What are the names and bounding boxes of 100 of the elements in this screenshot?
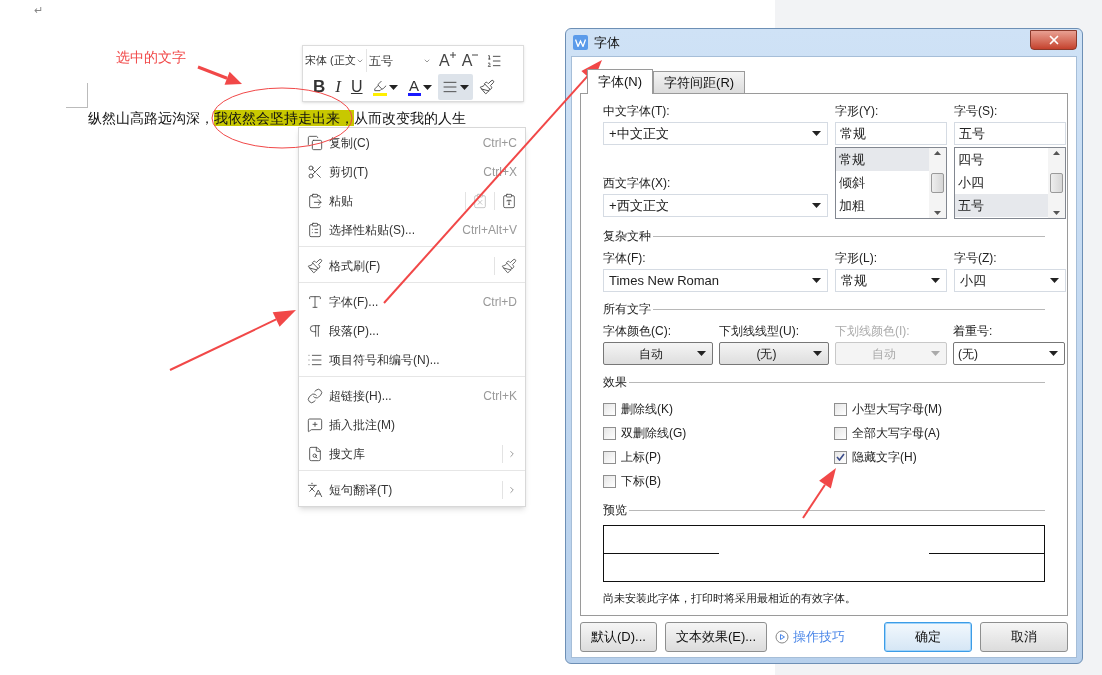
dropdown-field[interactable]: Times New Roman [603, 269, 828, 292]
dropdown-button[interactable]: 自动 [603, 342, 713, 365]
paste-format-icon[interactable] [472, 192, 488, 209]
letter-circle-icon [307, 293, 323, 310]
font-name-select[interactable]: 宋体 (正文 [305, 49, 367, 72]
dialog-tab[interactable]: 字符间距(R) [653, 71, 746, 93]
checkbox[interactable] [603, 402, 616, 416]
menu-item[interactable]: 复制(C) Ctrl+C [299, 128, 525, 157]
toolbar-button[interactable]: B [309, 74, 330, 100]
dropdown-caret-icon [697, 351, 706, 356]
checkbox-label: 上标(P) [621, 449, 661, 466]
paragraph-mark: ↵ [34, 3, 43, 18]
preview-note: 尚未安装此字体，打印时将采用最相近的有效字体。 [603, 591, 857, 606]
document-paragraph: 纵然山高路远沟深，我依然会坚持走出来，从而改变我的人生 [88, 109, 466, 127]
scrollbar[interactable] [929, 148, 946, 218]
chinese-font-select[interactable]: +中文正文 [603, 122, 828, 145]
option-list[interactable]: 常规 倾斜 加粗 [835, 147, 947, 219]
grow-font-button[interactable]: A [439, 51, 456, 70]
dropdown-button[interactable]: (无) [719, 342, 829, 365]
list-option[interactable]: 倾斜 [836, 171, 929, 194]
paintbrush-icon [307, 257, 323, 274]
list-option[interactable]: 小四 [955, 171, 1048, 194]
checkbox[interactable] [603, 426, 616, 440]
scrollbar-thumb[interactable] [931, 173, 944, 193]
option-list[interactable]: 四号 小四 五号 [954, 147, 1066, 219]
field-label: 下划线颜色(I): [835, 323, 911, 340]
menu-item[interactable]: 段落(P)... [299, 316, 525, 345]
toolbar-button[interactable] [437, 74, 473, 100]
scroll-up-icon[interactable] [934, 151, 941, 155]
checkbox[interactable] [834, 426, 847, 440]
window-title: 字体 [594, 33, 620, 52]
line-spacing-icon[interactable] [486, 52, 503, 69]
scrollbar-thumb[interactable] [1050, 173, 1063, 193]
dropdown-caret-icon [812, 278, 821, 283]
dialog-tab[interactable]: 字体(N) [587, 69, 654, 94]
checkbox[interactable] [603, 450, 616, 464]
dialog-button[interactable]: 确定 [884, 621, 972, 652]
highlighter-icon [372, 78, 387, 93]
dialog-button[interactable]: 默认(D)... [580, 621, 657, 652]
scrollbar[interactable] [1048, 148, 1065, 218]
dropdown-caret-icon [812, 131, 821, 136]
scissors-icon [307, 163, 323, 180]
app-logo-icon [573, 35, 588, 50]
dropdown-caret-icon [931, 351, 940, 356]
dropdown-caret-icon [813, 351, 822, 356]
text-field[interactable]: 常规 [835, 122, 947, 145]
scroll-down-icon[interactable] [1053, 211, 1060, 215]
field-label: 字形(Y): [835, 103, 880, 120]
field-label: 字号(Z): [954, 250, 998, 267]
field-label: 着重号: [953, 323, 994, 340]
section-heading: 复杂文种 [603, 228, 651, 245]
menu-item[interactable]: 超链接(H)... Ctrl+K [299, 381, 525, 410]
annotation-arrow [802, 468, 836, 519]
menu-item[interactable]: 插入批注(M) [299, 410, 525, 439]
shortcut-text: Ctrl+Alt+V [462, 221, 517, 239]
menu-item[interactable]: 格式刷(F) [299, 251, 525, 280]
shrink-font-button[interactable]: A [461, 51, 479, 70]
font-size-select[interactable]: 五号 [367, 49, 433, 72]
close-button[interactable] [1030, 29, 1077, 50]
shortcut-text: Ctrl+D [482, 293, 517, 311]
dropdown-caret-icon [459, 84, 469, 90]
toolbar-button[interactable]: A [403, 74, 436, 100]
scroll-up-icon[interactable] [1053, 151, 1060, 155]
paintbrush-icon[interactable] [501, 257, 517, 274]
list-option[interactable]: 五号 [955, 194, 1048, 217]
field-label: 字号(S): [954, 103, 999, 120]
paste-text-icon[interactable] [501, 192, 517, 209]
text-field[interactable]: 五号 [954, 122, 1066, 145]
field-label: 字体颜色(C): [603, 323, 672, 340]
menu-item[interactable]: 搜文库 [299, 439, 525, 468]
document-search-icon [307, 445, 323, 462]
list-option[interactable]: 加粗 [836, 194, 929, 217]
dropdown-caret-icon [388, 84, 398, 90]
list-option[interactable]: 四号 [955, 148, 1048, 171]
menu-item[interactable]: 粘贴 [299, 186, 525, 215]
dialog-button[interactable]: 取消 [980, 621, 1068, 652]
dialog-button[interactable]: 文本效果(E)... [664, 621, 768, 652]
checkbox[interactable] [603, 474, 616, 488]
dropdown-field[interactable]: 小四 [954, 269, 1066, 292]
tips-link[interactable]: 操作技巧 [775, 626, 846, 647]
checkbox[interactable] [834, 450, 847, 464]
dropdown-button[interactable]: (无) [953, 342, 1065, 365]
menu-item[interactable]: 选择性粘贴(S)... Ctrl+Alt+V [299, 215, 525, 244]
field-label: 字形(L): [835, 250, 878, 267]
menu-item[interactable]: 短句翻译(T) [299, 475, 525, 504]
checkbox[interactable] [834, 402, 847, 416]
western-font-select[interactable]: +西文正文 [603, 194, 828, 217]
checkbox-label: 全部大写字母(A) [852, 425, 940, 442]
list-option[interactable]: 常规 [836, 148, 929, 171]
translate-icon [307, 481, 323, 498]
shortcut-text: Ctrl+C [482, 134, 517, 152]
link-icon [307, 387, 323, 404]
clipboard-list-icon [307, 221, 323, 238]
toolbar-button[interactable]: U [346, 74, 367, 100]
dropdown-field[interactable]: 常规 [835, 269, 947, 292]
comment-plus-icon [307, 416, 323, 433]
menu-item[interactable]: 项目符号和编号(N)... [299, 345, 525, 374]
scroll-down-icon[interactable] [934, 211, 941, 215]
menu-item[interactable]: 字体(F)... Ctrl+D [299, 287, 525, 316]
toolbar-button[interactable]: I [331, 74, 345, 100]
